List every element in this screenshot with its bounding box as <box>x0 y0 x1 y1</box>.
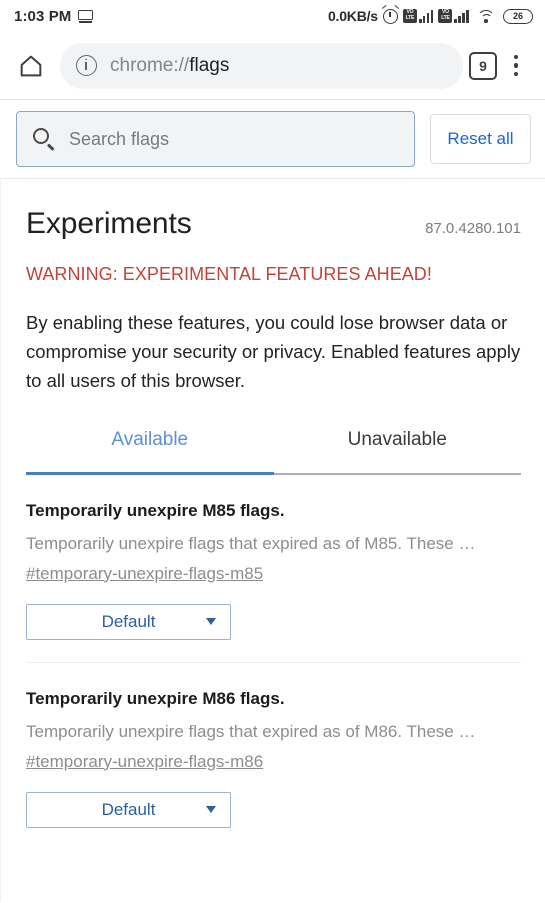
reset-all-button[interactable]: Reset all <box>430 114 531 164</box>
signal-bars-sim2 <box>454 9 469 23</box>
flag-title: Temporarily unexpire M86 flags. <box>26 688 285 708</box>
flags-search-row: Search flags Reset all <box>0 100 545 179</box>
flag-entry: Temporarily unexpire M86 flags. Temporar… <box>26 661 521 850</box>
omnibox-url: chrome://flags <box>110 55 229 77</box>
page-title-row: Experiments 87.0.4280.101 <box>26 179 521 241</box>
flag-state-value: Default <box>101 611 156 631</box>
omnibox[interactable]: chrome://flags <box>60 42 463 89</box>
flag-permalink[interactable]: #temporary-unexpire-flags-m85 <box>26 564 263 584</box>
flag-description: Temporarily unexpire flags that expired … <box>26 721 476 741</box>
overflow-menu-icon[interactable] <box>501 51 531 81</box>
status-bar-clock: 1:03 PM <box>14 7 72 25</box>
sim1-signal-group: VO LTE <box>402 9 434 23</box>
flags-tabs: Available Unavailable <box>26 429 521 473</box>
url-scheme: chrome:// <box>110 54 190 76</box>
search-flags-box[interactable]: Search flags <box>16 111 415 167</box>
flag-title: Temporarily unexpire M85 flags. <box>26 500 285 520</box>
experimental-warning: WARNING: EXPERIMENTAL FEATURES AHEAD! <box>26 264 432 284</box>
flag-permalink[interactable]: #temporary-unexpire-flags-m86 <box>26 752 263 772</box>
volte-icon-sim1: VO LTE <box>402 9 417 23</box>
home-icon[interactable] <box>16 51 46 81</box>
flag-state-select[interactable]: Default <box>26 603 231 640</box>
browser-toolbar: chrome://flags 9 <box>0 32 545 100</box>
alarm-clock-icon <box>382 8 398 24</box>
signal-bars-sim1 <box>418 9 434 23</box>
battery-indicator: 26 <box>503 8 533 24</box>
cast-screen-icon <box>78 10 94 23</box>
warning-description: By enabling these features, you could lo… <box>26 312 521 391</box>
flag-description: Temporarily unexpire flags that expired … <box>26 533 476 553</box>
tab-switcher-button[interactable]: 9 <box>469 51 497 80</box>
status-bar-left: 1:03 PM <box>14 7 94 25</box>
status-bar-right: 0.0KB/s VO LTE VO LTE 26 <box>328 8 533 24</box>
version-label: 87.0.4280.101 <box>425 220 521 237</box>
flag-entry: Temporarily unexpire M85 flags. Temporar… <box>26 475 521 662</box>
tab-available[interactable]: Available <box>26 429 274 473</box>
flags-page-content: Experiments 87.0.4280.101 WARNING: EXPER… <box>0 179 545 902</box>
search-input-placeholder[interactable]: Search flags <box>69 129 169 150</box>
chevron-down-icon <box>206 618 216 625</box>
page-info-icon[interactable] <box>76 55 97 76</box>
flag-state-select[interactable]: Default <box>26 791 231 828</box>
page-title: Experiments <box>26 207 192 240</box>
wifi-icon <box>477 9 495 23</box>
network-speed-label: 0.0KB/s <box>327 8 378 24</box>
sim2-signal-group: VO LTE <box>438 9 469 23</box>
search-icon <box>33 128 55 151</box>
flag-state-value: Default <box>101 799 156 819</box>
status-bar: 1:03 PM 0.0KB/s VO LTE VO LTE 26 <box>0 0 545 32</box>
volte-icon-sim2: VO LTE <box>438 9 453 23</box>
tab-unavailable[interactable]: Unavailable <box>274 429 522 473</box>
url-path: flags <box>189 54 230 76</box>
chevron-down-icon <box>206 806 216 813</box>
